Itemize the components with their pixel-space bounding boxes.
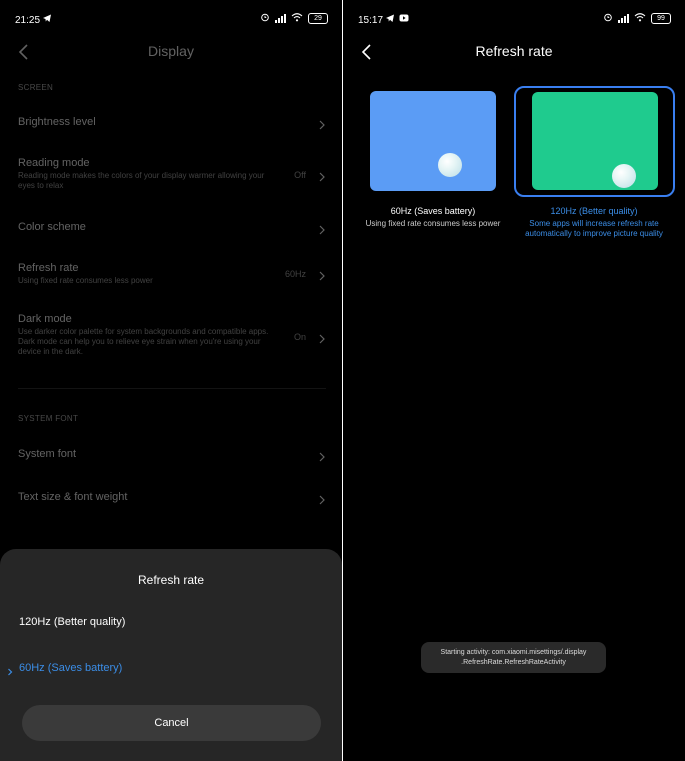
chevron-right-icon [318,449,326,462]
selected-chevron-icon [7,663,13,676]
animated-ball [612,164,636,188]
setting-value: 60Hz [284,269,306,279]
setting-subtitle: Using fixed rate consumes less power [18,276,153,285]
display-settings-screen: 21:25 29 Display SCREEN Brightness level… [0,0,342,761]
chevron-right-icon [318,222,326,235]
setting-title: Dark mode [18,313,72,325]
sheet-title: Refresh rate [137,573,205,587]
setting-refresh-rate[interactable]: Refresh rate Using fixed rate consumes l… [18,262,326,286]
telegram-icon [385,13,395,26]
option-120hz-subtitle: Some apps will increase refresh rate aut… [525,219,663,238]
chevron-right-icon [318,492,326,505]
option-60hz-subtitle: Using fixed rate consumes less power [365,219,501,228]
setting-value: On [293,332,306,342]
setting-title: Brightness level [18,116,96,128]
section-header-system-font: SYSTEM FONT [18,414,79,423]
wifi-icon [634,12,646,25]
setting-title: Refresh rate [18,262,79,274]
refresh-rate-bottom-sheet: Refresh rate 120Hz (Better quality) 60Hz… [0,549,342,761]
setting-brightness-level[interactable]: Brightness level [18,116,326,130]
status-bar: 15:17 99 [343,0,685,40]
chevron-right-icon [318,169,326,182]
option-60hz[interactable]: 60Hz (Saves battery) [19,662,122,674]
setting-title: Text size & font weight [18,491,128,503]
page-title: Refresh rate [475,43,553,59]
option-60hz-title: 60Hz (Saves battery) [390,206,476,216]
setting-reading-mode[interactable]: Reading mode Reading mode makes the colo… [18,157,326,191]
cancel-button[interactable]: Cancel [22,705,321,741]
screen-divider [342,0,343,761]
option-120hz-title: 120Hz (Better quality) [550,206,638,216]
toast-line: .RefreshRate.RefreshRateActivity [461,659,566,666]
setting-system-font[interactable]: System font [18,448,326,462]
section-header-screen: SCREEN [18,83,54,92]
page-title: Display [148,43,194,59]
preview-120hz [532,92,658,190]
setting-color-scheme[interactable]: Color scheme [18,221,326,235]
chevron-right-icon [318,331,326,344]
option-120hz[interactable]: 120Hz (Better quality) [19,616,125,628]
setting-subtitle: Reading mode makes the colors of your di… [18,171,265,190]
refresh-rate-screen: 15:17 99 Refresh rate 60Hz (Saves batter… [343,0,685,761]
setting-text-size[interactable]: Text size & font weight [18,491,326,505]
preview-120hz-selected[interactable] [514,86,675,197]
setting-title: Reading mode [18,157,90,169]
battery-icon: 99 [651,13,671,24]
youtube-icon [399,13,409,26]
status-time: 15:17 [358,15,384,26]
setting-title: Color scheme [18,221,86,233]
setting-value: Off [294,170,306,180]
setting-title: System font [18,448,77,460]
animated-ball [438,153,462,177]
setting-dark-mode[interactable]: Dark mode Use darker color palette for s… [18,313,326,357]
divider [18,388,326,389]
toast-message: Starting activity: com.xiaomi.misettings… [421,642,606,673]
chevron-right-icon [318,268,326,281]
setting-subtitle: Use darker color palette for system back… [18,327,269,356]
chevron-right-icon [318,117,326,130]
toast-line: Starting activity: com.xiaomi.misettings… [440,649,587,656]
alarm-icon [603,12,613,25]
signal-icon [618,14,629,23]
preview-60hz[interactable] [370,91,496,191]
